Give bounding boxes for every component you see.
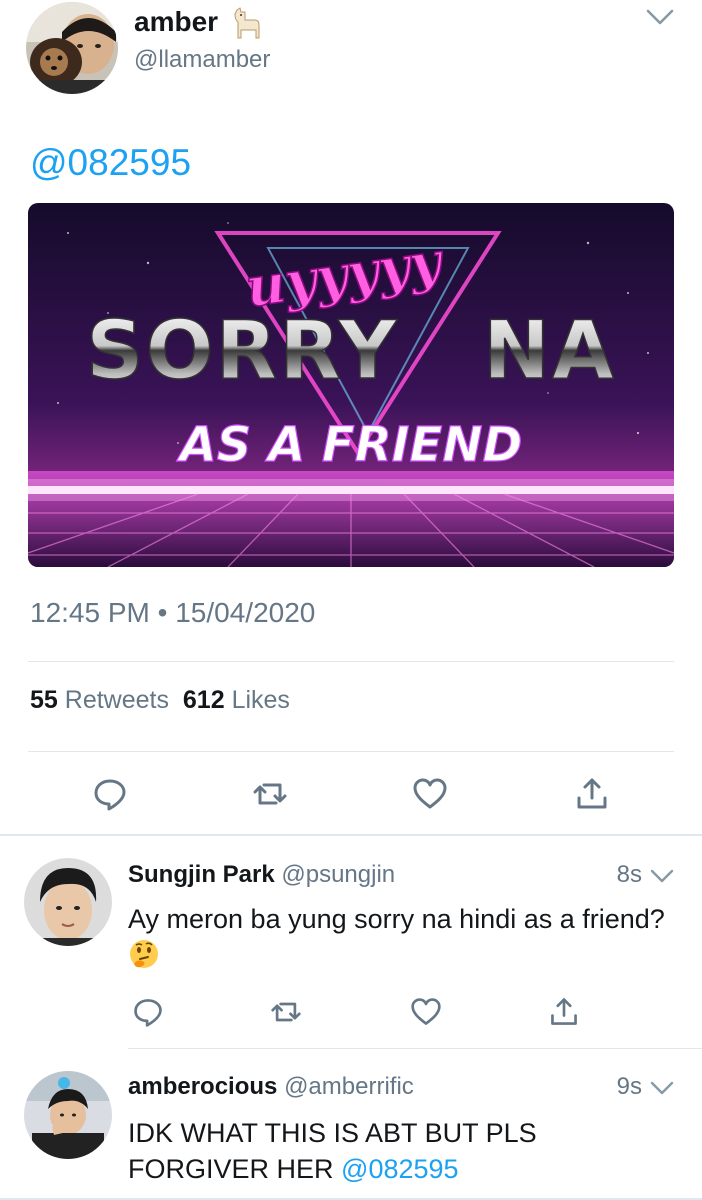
author-handle[interactable]: @llamamber bbox=[134, 46, 270, 74]
author-avatar[interactable] bbox=[26, 2, 118, 94]
tweet-time: 12:45 PM bbox=[30, 597, 150, 628]
chevron-down-icon[interactable] bbox=[645, 6, 675, 28]
retweet-icon[interactable] bbox=[252, 776, 288, 812]
reply-text: IDK WHAT THIS IS ABT BUT PLS FORGIVER HE… bbox=[128, 1115, 668, 1187]
divider bbox=[28, 661, 674, 662]
reply-text-content: IDK WHAT THIS IS ABT BUT PLS FORGIVER HE… bbox=[128, 1118, 537, 1184]
author-avatar-image bbox=[26, 2, 118, 94]
reply-avatar[interactable] bbox=[24, 1071, 112, 1159]
reply-author-handle[interactable]: @psungjin bbox=[281, 861, 395, 888]
tweet-mention[interactable]: @082595 bbox=[30, 142, 191, 184]
sorry-na-meme-image: uyyyyy SORRY NA AS A FRIEND bbox=[28, 203, 674, 567]
tweet-stats: 55 Retweets 612 Likes bbox=[30, 686, 290, 715]
meme-title-right: NA bbox=[483, 304, 616, 397]
llama-emoji bbox=[234, 7, 260, 39]
reply-tweet[interactable]: amberocious @amberrific 9s IDK WHAT THIS… bbox=[0, 1049, 702, 1200]
reply-avatar-image bbox=[24, 858, 112, 946]
reply-avatar[interactable] bbox=[24, 858, 112, 946]
meme-subtitle: AS A FRIEND bbox=[176, 417, 523, 473]
reply-time[interactable]: 9s bbox=[617, 1073, 642, 1101]
reply-text: Ay meron ba yung sorry na hindi as a fri… bbox=[128, 901, 668, 973]
reply-author-name[interactable]: amberocious bbox=[128, 1073, 277, 1100]
tweet-date: 15/04/2020 bbox=[175, 597, 316, 628]
thinking-face-emoji bbox=[130, 940, 158, 968]
reply-icon[interactable] bbox=[92, 776, 128, 812]
share-icon[interactable] bbox=[548, 996, 580, 1028]
reply-time[interactable]: 8s bbox=[617, 861, 642, 889]
reply-author-handle[interactable]: @amberrific bbox=[284, 1073, 414, 1100]
reply-tweet[interactable]: Sungjin Park @psungjin 8s Ay meron ba yu… bbox=[0, 836, 702, 1048]
retweets-label: Retweets bbox=[64, 686, 169, 714]
reply-header: Sungjin Park @psungjin bbox=[128, 861, 395, 889]
reply-icon[interactable] bbox=[132, 996, 164, 1028]
likes-stat[interactable]: 612 Likes bbox=[183, 686, 290, 714]
reply-author-name[interactable]: Sungjin Park bbox=[128, 861, 275, 888]
reply-header: amberocious @amberrific bbox=[128, 1073, 414, 1101]
chevron-down-icon[interactable] bbox=[650, 867, 674, 885]
like-icon[interactable] bbox=[412, 776, 448, 812]
meme-title-left: SORRY bbox=[86, 304, 398, 397]
reply-text-content: Ay meron ba yung sorry na hindi as a fri… bbox=[128, 904, 665, 934]
retweet-icon[interactable] bbox=[270, 996, 302, 1028]
reply-mention[interactable]: @082595 bbox=[341, 1154, 459, 1184]
divider bbox=[28, 751, 674, 752]
likes-count: 612 bbox=[182, 686, 225, 714]
chevron-down-icon[interactable] bbox=[650, 1079, 674, 1097]
retweets-stat[interactable]: 55 Retweets bbox=[30, 686, 169, 714]
like-icon[interactable] bbox=[410, 996, 442, 1028]
tweet-timestamp[interactable]: 12:45 PM • 15/04/2020 bbox=[30, 597, 315, 629]
retweets-count: 55 bbox=[30, 686, 58, 714]
author-name[interactable]: amber bbox=[134, 6, 218, 38]
share-icon[interactable] bbox=[574, 776, 610, 812]
likes-label: Likes bbox=[231, 686, 290, 714]
tweet-image[interactable]: uyyyyy SORRY NA AS A FRIEND bbox=[28, 203, 674, 567]
timestamp-separator: • bbox=[157, 597, 168, 628]
main-tweet: amber @llamamber @082595 uyyyyy SORRY NA… bbox=[0, 0, 702, 836]
reply-avatar-image bbox=[24, 1071, 112, 1159]
